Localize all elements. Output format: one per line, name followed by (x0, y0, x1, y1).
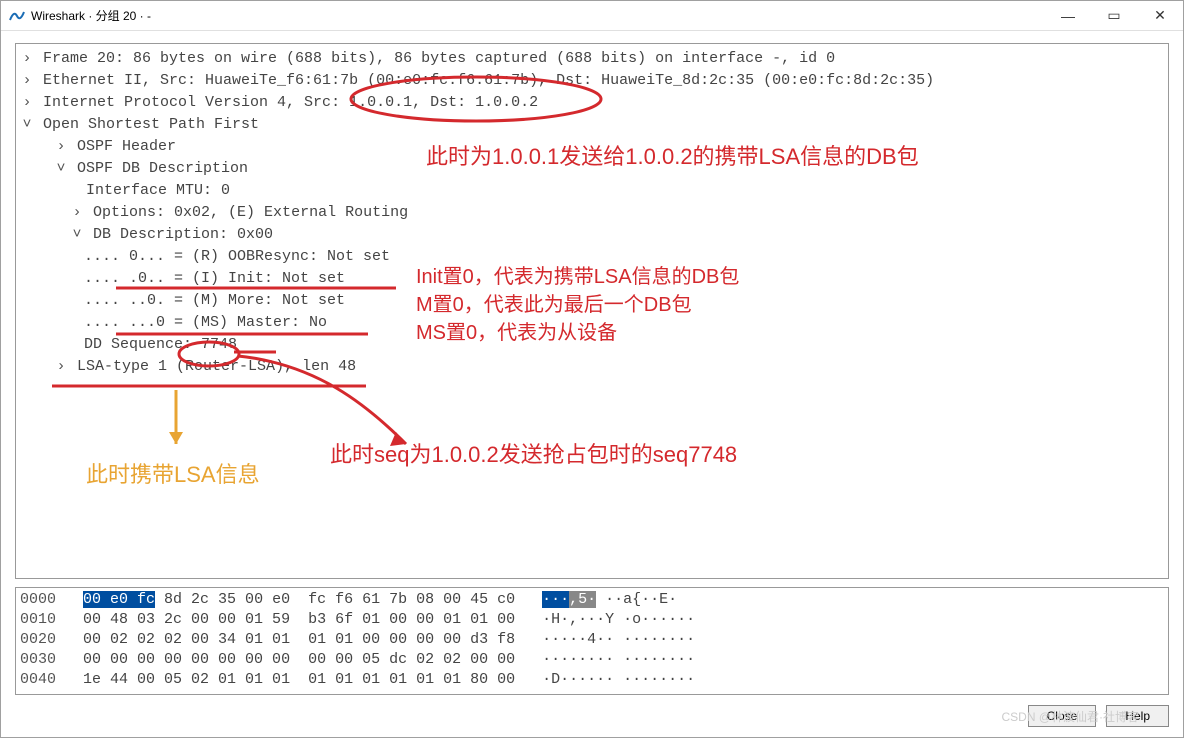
window-controls: — ▭ ✕ (1045, 1, 1183, 30)
annotation-text-4: 此时携带LSA信息 (86, 464, 260, 486)
tree-dbd[interactable]: ˅ DB Description: 0x00 (20, 224, 1164, 246)
toggle-icon[interactable]: › (20, 48, 34, 70)
tree-ospf-header[interactable]: › OSPF Header (20, 136, 1164, 158)
close-button[interactable]: Close (1028, 705, 1097, 727)
hex-row[interactable]: 0040 1e 44 00 05 02 01 01 01 01 01 01 01… (20, 670, 1164, 690)
toggle-icon[interactable]: › (54, 356, 68, 378)
tree-ethernet[interactable]: › Ethernet II, Src: HuaweiTe_f6:61:7b (0… (20, 70, 1164, 92)
help-button[interactable]: Help (1106, 705, 1169, 727)
main-area: › Frame 20: 86 bytes on wire (688 bits),… (1, 31, 1183, 701)
tree-flag-i[interactable]: .... .0.. = (I) Init: Not set (20, 268, 1164, 290)
toggle-icon[interactable]: ˅ (70, 224, 84, 246)
toggle-icon[interactable]: ˅ (54, 158, 68, 180)
toggle-icon[interactable]: › (20, 70, 34, 92)
tree-flag-ms[interactable]: .... ...0 = (MS) Master: No (20, 312, 1164, 334)
tree-ip[interactable]: › Internet Protocol Version 4, Src: 1.0.… (20, 92, 1164, 114)
hex-row[interactable]: 0000 00 e0 fc 8d 2c 35 00 e0 fc f6 61 7b… (20, 590, 1164, 610)
tree-options[interactable]: › Options: 0x02, (E) External Routing (20, 202, 1164, 224)
hex-row[interactable]: 0030 00 00 00 00 00 00 00 00 00 00 05 dc… (20, 650, 1164, 670)
hex-dump-pane[interactable]: 0000 00 e0 fc 8d 2c 35 00 e0 fc f6 61 7b… (15, 587, 1169, 695)
hex-row[interactable]: 0020 00 02 02 02 00 34 01 01 01 01 00 00… (20, 630, 1164, 650)
app-window: Wireshark · 分组 20 · - — ▭ ✕ › Frame 20: … (0, 0, 1184, 738)
hex-row[interactable]: 0010 00 48 03 2c 00 00 01 59 b3 6f 01 00… (20, 610, 1164, 630)
ip-src-dst: 1.0.0.1, Dst: 1.0.0.2 (349, 94, 538, 111)
window-title: Wireshark · 分组 20 · - (31, 7, 151, 24)
wireshark-icon (9, 8, 25, 24)
tree-ospf[interactable]: ˅ Open Shortest Path First (20, 114, 1164, 136)
tree-flag-m[interactable]: .... ..0. = (M) More: Not set (20, 290, 1164, 312)
tree-flag-r[interactable]: .... 0... = (R) OOBResync: Not set (20, 246, 1164, 268)
close-window-button[interactable]: ✕ (1137, 1, 1183, 30)
packet-detail-pane[interactable]: › Frame 20: 86 bytes on wire (688 bits),… (15, 43, 1169, 579)
toggle-icon[interactable]: › (20, 92, 34, 114)
annotation-text-3: 此时seq为1.0.0.2发送抢占包时的seq7748 (330, 444, 737, 466)
tree-frame[interactable]: › Frame 20: 86 bytes on wire (688 bits),… (20, 48, 1164, 70)
tree-mtu[interactable]: Interface MTU: 0 (20, 180, 1164, 202)
tree-dd-seq[interactable]: DD Sequence: 7748 (20, 334, 1164, 356)
minimize-button[interactable]: — (1045, 1, 1091, 30)
toggle-icon[interactable]: › (54, 136, 68, 158)
maximize-button[interactable]: ▭ (1091, 1, 1137, 30)
titlebar: Wireshark · 分组 20 · - — ▭ ✕ (1, 1, 1183, 31)
tree-lsa[interactable]: › LSA-type 1 (Router-LSA), len 48 (20, 356, 1164, 378)
toggle-icon[interactable]: › (70, 202, 84, 224)
toggle-icon[interactable]: ˅ (20, 114, 34, 136)
hex-highlight: 00 e0 fc (83, 591, 155, 608)
footer: CSDN @林波仙君·社博客 Close Help (1, 701, 1183, 737)
tree-ospf-dbdesc[interactable]: ˅ OSPF DB Description (20, 158, 1164, 180)
